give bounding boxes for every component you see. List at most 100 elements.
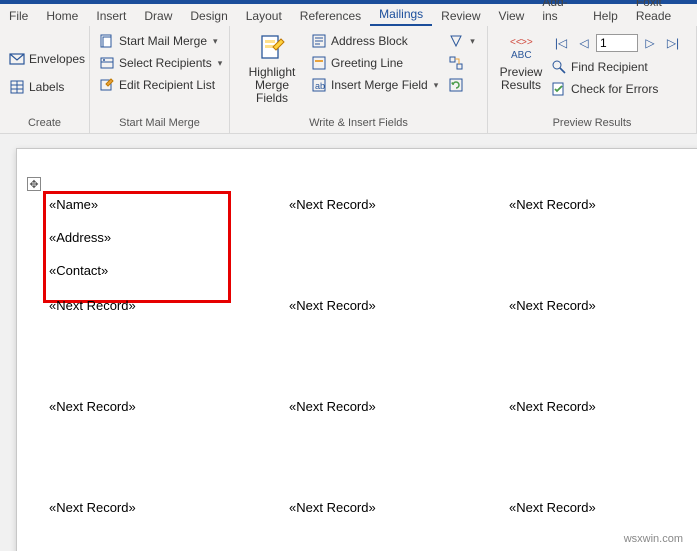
merge-field-next: «Next Record» — [49, 298, 136, 313]
svg-text:ABC: ABC — [511, 50, 532, 61]
tab-design[interactable]: Design — [181, 5, 236, 26]
label-cell[interactable]: «Next Record» — [265, 294, 485, 395]
preview-results-button[interactable]: <<>>ABC PreviewResults — [494, 30, 548, 115]
select-recipients-button[interactable]: Select Recipients ▾ — [96, 52, 225, 74]
labels-button[interactable]: Labels — [6, 76, 88, 98]
chevron-down-icon: ▾ — [434, 80, 439, 91]
prev-icon: ◁ — [579, 36, 588, 50]
merge-field-next: «Next Record» — [49, 500, 136, 515]
group-create: Envelopes Labels Create — [0, 26, 90, 133]
last-icon: ▷| — [667, 36, 679, 50]
next-record-button[interactable]: ▷ — [639, 32, 661, 54]
rules-button[interactable]: ▾ — [445, 30, 478, 52]
group-create-label: Create — [6, 115, 83, 131]
mailmerge-icon — [99, 33, 115, 49]
preview-icon: <<>>ABC — [505, 32, 537, 64]
record-number-input[interactable] — [596, 34, 638, 52]
check-errors-button[interactable]: Check for Errors — [548, 78, 686, 100]
tab-insert[interactable]: Insert — [87, 5, 135, 26]
chevron-down-icon: ▾ — [213, 36, 218, 47]
merge-field-next: «Next Record» — [49, 399, 136, 414]
label-cell[interactable]: «Next Record» — [265, 496, 485, 551]
label-cell[interactable]: «Name» «Address» «Contact» — [45, 193, 265, 294]
merge-field-address: «Address» — [49, 230, 111, 245]
match-fields-button[interactable] — [445, 52, 478, 74]
start-mail-merge-button[interactable]: Start Mail Merge ▾ — [96, 30, 225, 52]
tab-file[interactable]: File — [0, 5, 37, 26]
update-labels-button[interactable] — [445, 74, 478, 96]
tab-references[interactable]: References — [291, 5, 370, 26]
start-mail-merge-label: Start Mail Merge — [119, 34, 207, 48]
address-block-label: Address Block — [331, 34, 408, 48]
tab-strip: File Home Insert Draw Design Layout Refe… — [0, 0, 697, 26]
find-recipient-button[interactable]: Find Recipient — [548, 56, 686, 78]
labels-icon — [9, 79, 25, 95]
edit-recipient-list-label: Edit Recipient List — [119, 78, 215, 92]
prev-record-button[interactable]: ◁ — [573, 32, 595, 54]
group-start-mail-merge: Start Mail Merge ▾ Select Recipients ▾ E… — [90, 26, 230, 133]
merge-field-next: «Next Record» — [289, 399, 376, 414]
chevron-down-icon: ▾ — [470, 36, 475, 47]
merge-field-next: «Next Record» — [289, 298, 376, 313]
chevron-down-icon: ▾ — [218, 58, 223, 69]
document-page[interactable]: ✥ «Name» «Address» «Contact» «Next Recor… — [16, 148, 697, 551]
merge-field-next: «Next Record» — [289, 500, 376, 515]
group-startmm-label: Start Mail Merge — [96, 115, 223, 131]
insert-merge-field-label: Insert Merge Field — [331, 78, 428, 92]
label-cell[interactable]: «Next Record» — [265, 193, 485, 294]
greeting-line-button[interactable]: Greeting Line — [308, 52, 441, 74]
next-icon: ▷ — [645, 36, 654, 50]
envelopes-button[interactable]: Envelopes — [6, 48, 88, 70]
greeting-icon — [311, 55, 327, 71]
tab-draw[interactable]: Draw — [135, 5, 181, 26]
match-fields-icon — [448, 55, 464, 71]
tab-addins[interactable]: Add-ins — [533, 0, 584, 26]
merge-field-next: «Next Record» — [289, 197, 376, 212]
table-anchor-icon[interactable]: ✥ — [27, 177, 41, 191]
label-cell[interactable]: «Next Record» — [485, 294, 697, 395]
label-cell[interactable]: «Next Record» — [485, 193, 697, 294]
recipients-icon — [99, 55, 115, 71]
insert-merge-field-button[interactable]: ab Insert Merge Field ▾ — [308, 74, 441, 96]
find-recipient-label: Find Recipient — [571, 60, 648, 74]
label-cell[interactable]: «Next Record» — [45, 294, 265, 395]
merge-field-next: «Next Record» — [509, 197, 596, 212]
check-errors-label: Check for Errors — [571, 82, 658, 96]
update-labels-icon — [448, 77, 464, 93]
merge-field-contact: «Contact» — [49, 263, 108, 278]
last-record-button[interactable]: ▷| — [662, 32, 684, 54]
merge-field-next: «Next Record» — [509, 399, 596, 414]
tab-home[interactable]: Home — [37, 5, 87, 26]
highlight-label-2: Merge Fields — [255, 78, 289, 105]
group-preview-label: Preview Results — [494, 115, 690, 131]
group-write-insert: HighlightMerge Fields Address Block Gree… — [230, 26, 488, 133]
highlight-merge-fields-button[interactable]: HighlightMerge Fields — [236, 30, 308, 115]
tab-view[interactable]: View — [490, 5, 534, 26]
tab-review[interactable]: Review — [432, 5, 489, 26]
tab-mailings[interactable]: Mailings — [370, 3, 432, 26]
label-cell[interactable]: «Next Record» — [485, 395, 697, 496]
highlight-icon — [256, 32, 288, 64]
label-cell[interactable]: «Next Record» — [265, 395, 485, 496]
merge-field-next: «Next Record» — [509, 298, 596, 313]
first-record-button[interactable]: |◁ — [550, 32, 572, 54]
edit-recipient-list-button[interactable]: Edit Recipient List — [96, 74, 225, 96]
label-cell[interactable]: «Next Record» — [45, 496, 265, 551]
ribbon: Envelopes Labels Create Start Mail Mer — [0, 26, 697, 134]
envelopes-label: Envelopes — [29, 52, 85, 66]
watermark: wsxwin.com — [624, 533, 683, 545]
tab-help[interactable]: Help — [584, 5, 627, 26]
merge-field-next: «Next Record» — [509, 500, 596, 515]
document-area[interactable]: ✥ «Name» «Address» «Contact» «Next Recor… — [0, 134, 697, 551]
address-block-button[interactable]: Address Block — [308, 30, 441, 52]
find-recipient-icon — [551, 59, 567, 75]
tab-foxit[interactable]: Foxit Reade — [627, 0, 697, 26]
tab-layout[interactable]: Layout — [237, 5, 291, 26]
envelope-icon — [9, 51, 25, 67]
check-errors-icon — [551, 81, 567, 97]
insert-field-icon: ab — [311, 77, 327, 93]
highlight-label-1: Highlight — [249, 65, 296, 79]
edit-list-icon — [99, 77, 115, 93]
label-cell[interactable]: «Next Record» — [45, 395, 265, 496]
group-preview-results: <<>>ABC PreviewResults |◁ ◁ ▷ ▷| — [488, 26, 697, 133]
